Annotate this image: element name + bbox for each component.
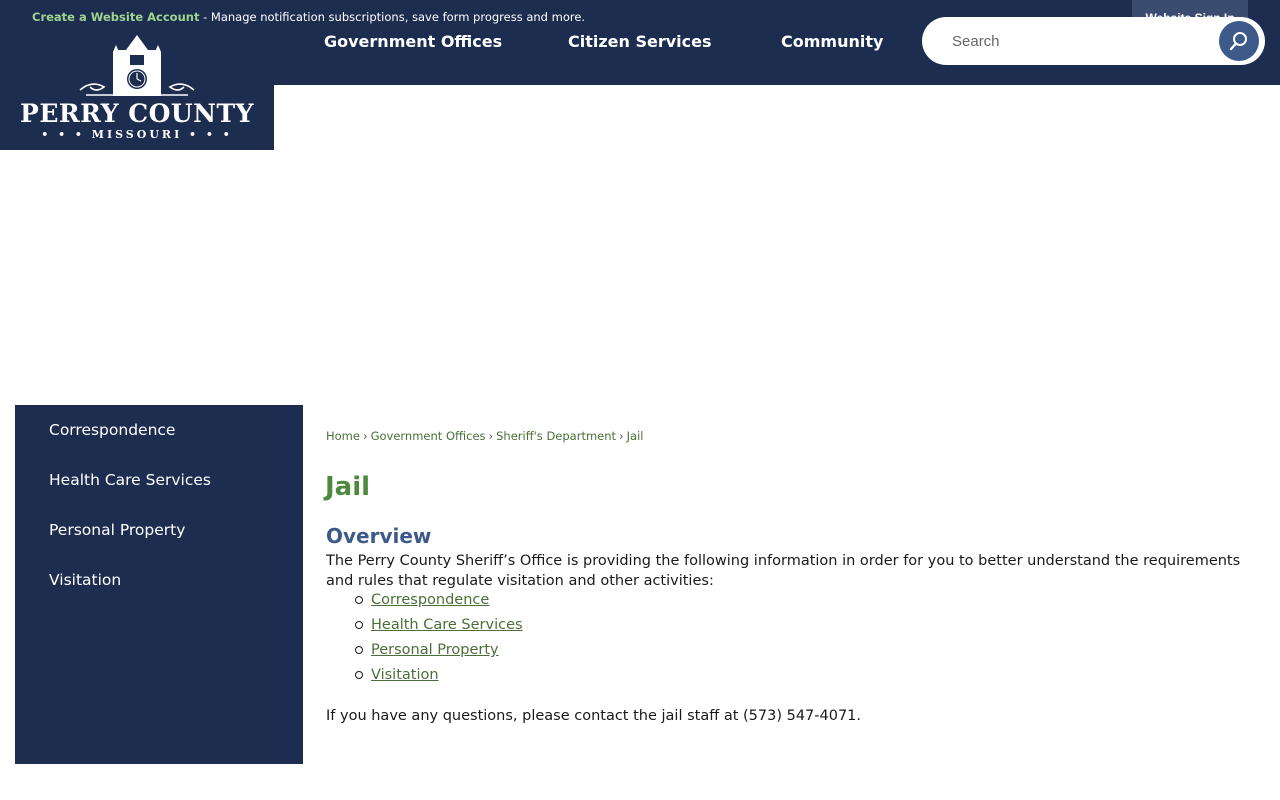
contact-paragraph: If you have any questions, please contac… (326, 708, 862, 724)
sidebar-item-personal-property[interactable]: Personal Property (49, 521, 185, 539)
site-logo[interactable]: PERRY COUNTY • • • MISSOURI • • • (0, 35, 274, 150)
courthouse-clock-tower-icon (79, 35, 195, 96)
section-title-overview: Overview (326, 524, 432, 548)
list-item: Correspondence (355, 590, 523, 615)
search-input[interactable] (952, 31, 1212, 51)
link-personal-property[interactable]: Personal Property (371, 642, 499, 658)
sidebar-nav: Correspondence Health Care Services Pers… (15, 405, 303, 764)
page-title: Jail (325, 472, 371, 502)
breadcrumb: Home › Government Offices › Sheriff's Depart… (326, 429, 644, 443)
link-correspondence[interactable]: Correspondence (371, 592, 489, 608)
create-account-link[interactable]: Create a Website Account (32, 10, 199, 24)
intro-paragraph: The Perry County Sheriff’s Office is pro… (326, 553, 1241, 589)
notification-message: - Manage notification subscriptions, sav… (199, 10, 586, 24)
search-box (922, 17, 1265, 65)
sidebar-item-health-care-services[interactable]: Health Care Services (49, 471, 211, 489)
list-item: Health Care Services (355, 615, 523, 640)
sidebar-item-visitation[interactable]: Visitation (49, 571, 121, 589)
breadcrumb-jail[interactable]: Jail (627, 429, 644, 443)
breadcrumb-home[interactable]: Home (326, 429, 360, 443)
nav-government-offices[interactable]: Government Offices (324, 32, 502, 51)
breadcrumb-separator: › (619, 429, 624, 443)
search-icon (1229, 32, 1247, 51)
list-item: Visitation (355, 665, 523, 690)
link-health-care-services[interactable]: Health Care Services (371, 617, 523, 633)
list-item: Personal Property (355, 640, 523, 665)
breadcrumb-government-offices[interactable]: Government Offices (371, 429, 486, 443)
breadcrumb-sheriffs-department[interactable]: Sheriff's Department (496, 429, 616, 443)
logo-state-name: • • • MISSOURI • • • (41, 128, 233, 141)
nav-citizen-services[interactable]: Citizen Services (568, 32, 712, 51)
jail-links-list: Correspondence Health Care Services Pers… (355, 590, 523, 690)
link-visitation[interactable]: Visitation (371, 667, 439, 683)
search-button[interactable] (1219, 21, 1259, 61)
breadcrumb-separator: › (362, 429, 368, 443)
sidebar-item-correspondence[interactable]: Correspondence (49, 421, 175, 439)
breadcrumb-separator: › (488, 429, 494, 443)
nav-community[interactable]: Community (781, 32, 883, 51)
logo-county-name: PERRY COUNTY (20, 99, 254, 128)
notification-text: Create a Website Account - Manage notifi… (32, 10, 585, 24)
